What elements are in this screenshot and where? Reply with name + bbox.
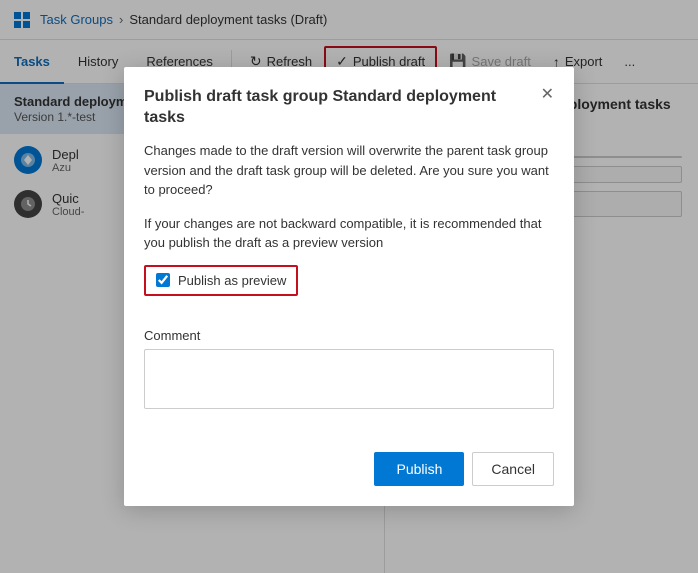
publish-modal: Publish draft task group Standard deploy…: [124, 67, 574, 505]
comment-label: Comment: [144, 328, 554, 343]
cancel-button[interactable]: Cancel: [472, 452, 554, 486]
comment-section: Comment: [144, 328, 554, 412]
modal-header: Publish draft task group Standard deploy…: [124, 67, 574, 141]
publish-button[interactable]: Publish: [374, 452, 464, 486]
modal-body: Changes made to the draft version will o…: [124, 141, 574, 452]
modal-footer: Publish Cancel: [124, 452, 574, 506]
modal-secondary-text: If your changes are not backward compati…: [144, 214, 554, 253]
comment-textarea[interactable]: [144, 349, 554, 409]
publish-as-preview-label: Publish as preview: [178, 273, 286, 288]
modal-overlay: Publish draft task group Standard deploy…: [0, 0, 698, 573]
publish-as-preview-checkbox[interactable]: [156, 273, 170, 287]
modal-title: Publish draft task group Standard deploy…: [144, 87, 541, 129]
publish-as-preview-checkbox-label[interactable]: Publish as preview: [144, 265, 298, 296]
modal-body-text: Changes made to the draft version will o…: [144, 141, 554, 200]
checkbox-wrapper: Publish as preview: [144, 265, 554, 312]
modal-close-button[interactable]: ✕: [541, 87, 554, 103]
